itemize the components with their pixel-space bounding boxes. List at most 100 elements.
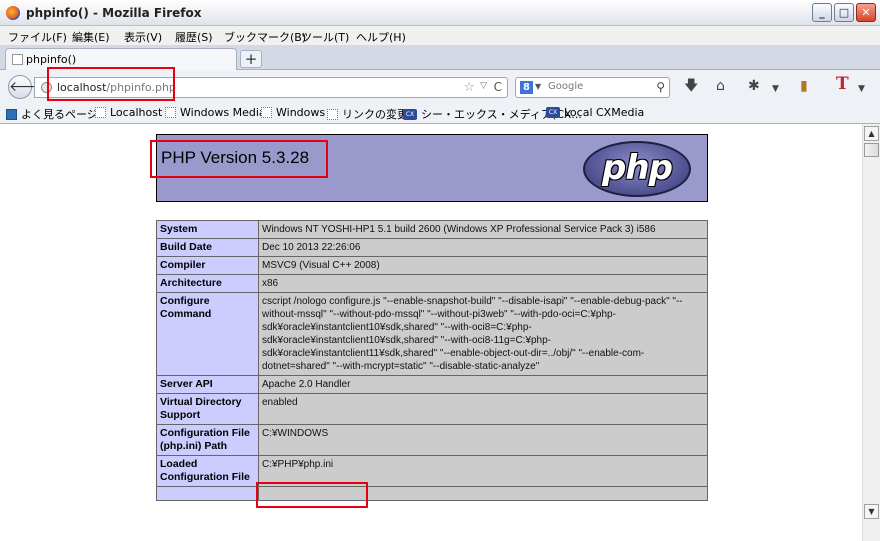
menu-edit[interactable]: 編集(E) [72,29,110,45]
bookmark-label: Windows [276,106,326,119]
row-key: Architecture [156,274,259,293]
bookmark-most-visited[interactable]: よく見るページ [6,106,98,122]
bookmark-label: よく見るページ [21,108,98,121]
row-key: Compiler [156,256,259,275]
reload-icon[interactable]: C [494,80,502,94]
menu-help[interactable]: ヘルプ(H) [356,29,406,45]
row-key: Server API [156,375,259,394]
url-text[interactable]: localhost/phpinfo.php [57,81,176,94]
page-icon [12,54,23,65]
minimize-button[interactable]: _ [812,3,832,22]
scroll-down-icon[interactable]: ▼ [864,504,879,519]
scroll-thumb[interactable] [864,143,879,157]
bookmark-local-cxmedia[interactable]: CX Local CXMedia [546,106,644,119]
addon-dropdown-icon[interactable]: ▼ [772,81,779,97]
php-logo: php [583,141,691,197]
menu-view[interactable]: 表示(V) [124,29,162,45]
row-value: enabled [258,393,708,425]
table-row: Compiler MSVC9 (Visual C++ 2008) [156,256,708,275]
row-value: MSVC9 (Visual C++ 2008) [258,256,708,275]
window-controls: _ □ ✕ [812,3,876,22]
row-key: Build Date [156,238,259,257]
menu-file[interactable]: ファイル(F) [8,29,67,45]
row-value: Windows NT YOSHI-HP1 5.1 build 2600 (Win… [258,220,708,239]
menu-bar: ファイル(F) 編集(E) 表示(V) 履歴(S) ブックマーク(B) ツール(… [0,26,880,45]
php-version-header: PHP Version 5.3.28 php [156,134,708,202]
table-row: Server API Apache 2.0 Handler [156,375,708,394]
row-key: Configuration File (php.ini) Path [156,424,259,456]
window-title: phpinfo() - Mozilla Firefox [26,6,202,20]
table-row: Build Date Dec 10 2013 22:26:06 [156,238,708,257]
row-value [258,486,708,501]
bookmark-menu-icon[interactable]: ▮ [800,78,808,94]
bookmark-label: Localhost [110,106,163,119]
menu-bookmarks[interactable]: ブックマーク(B) [224,29,306,45]
navigation-bar: 🡐 localhost/phpinfo.php ☆ ▽ C 8 ▼ Google… [0,70,880,103]
tab-label: phpinfo() [26,53,77,66]
search-input[interactable]: Google [548,81,583,92]
maximize-button[interactable]: □ [834,3,854,22]
table-row: System Windows NT YOSHI-HP1 5.1 build 260… [156,220,708,239]
table-row: Configure Command cscript /nologo configu… [156,292,708,376]
page-icon [165,107,176,118]
firefox-icon [6,6,20,20]
row-value: cscript /nologo configure.js "--enable-s… [258,292,708,376]
row-key: System [156,220,259,239]
home-icon[interactable]: ⌂ [716,78,725,94]
addon-icon[interactable]: ✱ [748,78,760,94]
row-key: Virtual Directory Support [156,393,259,425]
tab-phpinfo[interactable]: phpinfo() [5,48,237,70]
row-value: C:¥WINDOWS [258,424,708,456]
cx-media-icon: CX [403,108,417,120]
php-logo-text: php [602,148,673,188]
chevron-down-icon[interactable]: ▽ [480,81,487,91]
bookmark-localhost[interactable]: Localhost [95,106,162,119]
bookmark-star-icon[interactable]: ☆ [463,80,475,95]
menu-history[interactable]: 履歴(S) [175,29,213,45]
table-row: Loaded Configuration File C:¥PHP¥php.ini [156,455,708,487]
table-row: Architecture x86 [156,274,708,293]
bookmark-windows-media[interactable]: Windows Media [165,106,266,119]
row-key: Loaded Configuration File [156,455,259,487]
row-value: C:¥PHP¥php.ini [258,455,708,487]
table-row [156,486,708,501]
search-engine-icon[interactable]: 8 [520,81,533,94]
address-bar[interactable]: localhost/phpinfo.php ☆ ▽ C [34,77,508,98]
search-icon[interactable]: ⚲ [656,80,665,94]
tab-bar: phpinfo() + [0,45,880,70]
bookmark-label: Windows Media [180,106,266,119]
row-key: Configure Command [156,292,259,376]
vertical-scrollbar[interactable]: ▲ ▼ [862,124,880,541]
globe-icon [41,82,52,93]
page-icon [95,107,106,118]
translate-icon[interactable]: T [836,76,849,93]
page-title: PHP Version 5.3.28 [161,148,310,167]
row-key [156,486,259,501]
back-button[interactable]: 🡐 [8,75,47,99]
new-tab-button[interactable]: + [240,50,262,68]
url-host: localhost [57,81,107,94]
engine-dropdown-icon[interactable]: ▼ [535,82,541,91]
bookmark-windows[interactable]: Windows [261,106,325,119]
table-row: Configuration File (php.ini) Path C:¥WIND… [156,424,708,456]
scroll-up-icon[interactable]: ▲ [864,126,879,141]
title-bar: phpinfo() - Mozilla Firefox _ □ ✕ [0,0,880,26]
close-button[interactable]: ✕ [856,3,876,22]
bookmark-link-change[interactable]: リンクの変更 [327,106,408,122]
row-value: Dec 10 2013 22:26:06 [258,238,708,257]
most-visited-icon [6,108,17,120]
row-value: Apache 2.0 Handler [258,375,708,394]
search-bar[interactable]: 8 ▼ Google ⚲ [515,77,670,98]
page-icon [327,108,338,120]
download-icon[interactable]: 🡇 [684,78,698,94]
url-path: /phpinfo.php [106,81,176,94]
bookmark-label: リンクの変更 [342,108,408,121]
page-icon [261,107,272,118]
cx-media-icon: CX [546,107,560,118]
bookmark-label: Local CXMedia [564,106,645,119]
toolbar-dropdown-icon[interactable]: ▼ [858,81,865,97]
table-row: Virtual Directory Support enabled [156,393,708,425]
row-value: x86 [258,274,708,293]
menu-tools[interactable]: ツール(T) [301,29,349,45]
php-info-table: System Windows NT YOSHI-HP1 5.1 build 260… [156,220,708,501]
